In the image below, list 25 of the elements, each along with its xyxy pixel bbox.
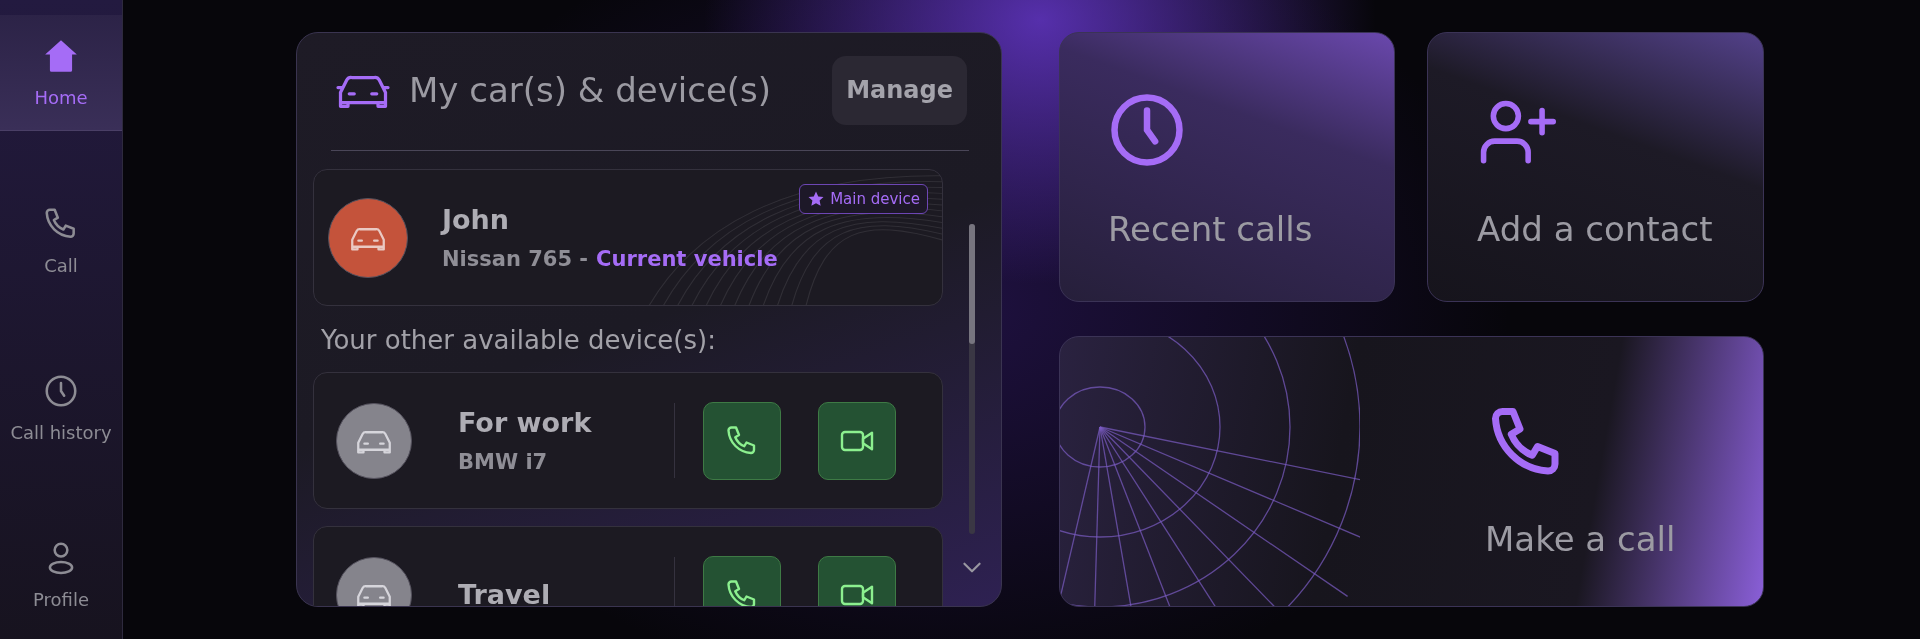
make-call-tile[interactable]: Make a call (1059, 336, 1764, 607)
device-name: Travel (458, 579, 552, 606)
main-device-badge: Main device (799, 184, 928, 214)
star-icon (807, 190, 826, 208)
add-contact-tile[interactable]: Add a contact (1427, 32, 1764, 302)
sidebar-item[interactable]: Call history (0, 350, 122, 465)
device-model: Nissan 765 - (442, 247, 589, 271)
device-card[interactable]: John Nissan 765 - Current vehicle Main device (313, 169, 943, 306)
manage-button[interactable]: Manage (832, 55, 967, 125)
panel-title: My car(s) & device(s) (409, 70, 773, 110)
call-button[interactable] (703, 401, 781, 480)
device-name: John (442, 204, 511, 235)
device-status: Current vehicle (596, 247, 778, 271)
section-heading: Your other available device(s): (321, 325, 717, 355)
device-card[interactable]: Travel (313, 526, 943, 606)
device-model: BMW i7 (458, 450, 549, 474)
video-call-button[interactable] (818, 401, 896, 480)
device-card[interactable]: For work BMW i7 (313, 372, 943, 509)
sidebar-item[interactable]: Home (0, 15, 122, 131)
scrollbar[interactable] (969, 224, 975, 534)
sidebar-item[interactable]: Profile (0, 517, 122, 632)
sidebar-item[interactable]: Call (0, 183, 122, 298)
clock-icon (1108, 91, 1186, 169)
device-name: For work (458, 407, 593, 438)
recent-calls-tile[interactable]: Recent calls (1059, 32, 1395, 302)
